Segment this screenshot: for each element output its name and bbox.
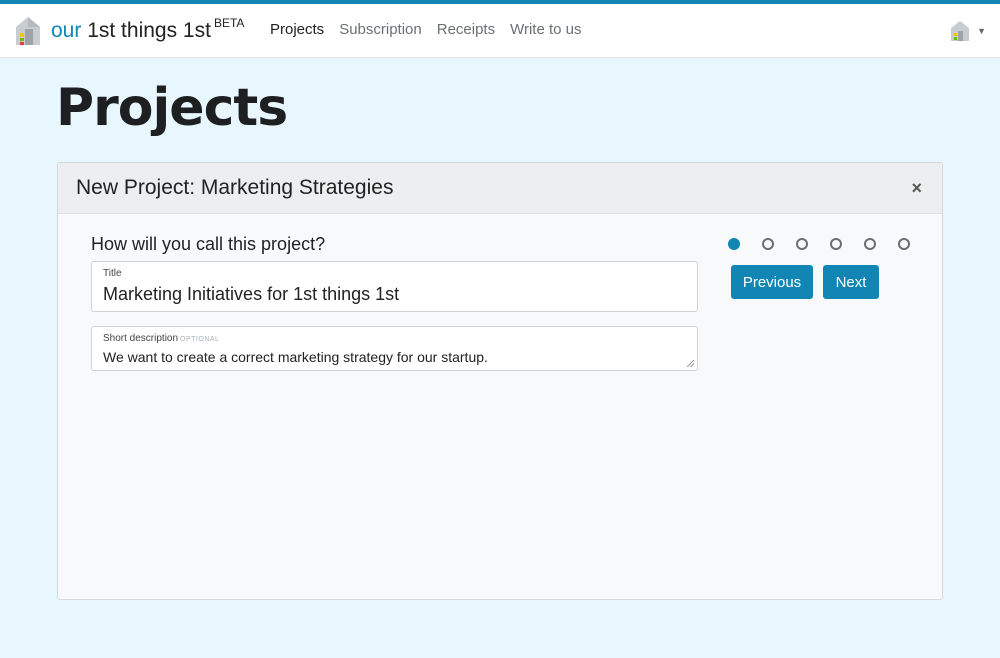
description-field-label: Short description OPTIONAL (103, 333, 220, 344)
brand[interactable]: our 1st things 1st BETA (14, 15, 244, 47)
nav-item-projects[interactable]: Projects (270, 21, 324, 38)
beta-badge: BETA (213, 16, 245, 30)
title-field-label: Title (103, 268, 122, 279)
previous-button[interactable]: Previous (731, 265, 813, 299)
step-dot-4[interactable] (830, 238, 842, 250)
close-icon[interactable]: × (911, 178, 922, 199)
new-project-card: New Project: Marketing Strategies × How … (57, 162, 943, 600)
nav-item-subscription[interactable]: Subscription (339, 21, 422, 38)
resize-handle-icon[interactable] (687, 360, 694, 367)
step-dot-2[interactable] (762, 238, 774, 250)
nav-item-receipts[interactable]: Receipts (437, 21, 495, 38)
brand-name: our 1st things 1st BETA (51, 16, 245, 42)
chevron-down-icon: ▼ (977, 26, 986, 36)
next-button[interactable]: Next (823, 265, 879, 299)
title-input[interactable] (103, 284, 683, 305)
description-textarea[interactable] (103, 349, 683, 365)
main-nav: Projects Subscription Receipts Write to … (270, 21, 597, 38)
description-field[interactable]: Short description OPTIONAL (91, 326, 698, 371)
step-dot-3[interactable] (796, 238, 808, 250)
step-question: How will you call this project? (91, 234, 326, 254)
optional-hint: OPTIONAL (180, 336, 220, 343)
navbar: our 1st things 1st BETA Projects Subscrip… (0, 4, 1000, 58)
step-dot-6[interactable] (898, 238, 910, 250)
user-avatar-icon (951, 21, 970, 41)
nav-item-write-to-us[interactable]: Write to us (510, 21, 581, 38)
step-dot-5[interactable] (864, 238, 876, 250)
card-header: New Project: Marketing Strategies × (58, 163, 942, 214)
user-menu[interactable]: ▼ (950, 20, 986, 42)
page-title: Projects (56, 78, 288, 138)
card-title: New Project: Marketing Strategies (76, 176, 394, 199)
title-field[interactable]: Title (91, 261, 698, 312)
step-dot-1[interactable] (728, 238, 740, 250)
house-logo-icon (16, 17, 40, 45)
step-indicator (728, 238, 932, 250)
